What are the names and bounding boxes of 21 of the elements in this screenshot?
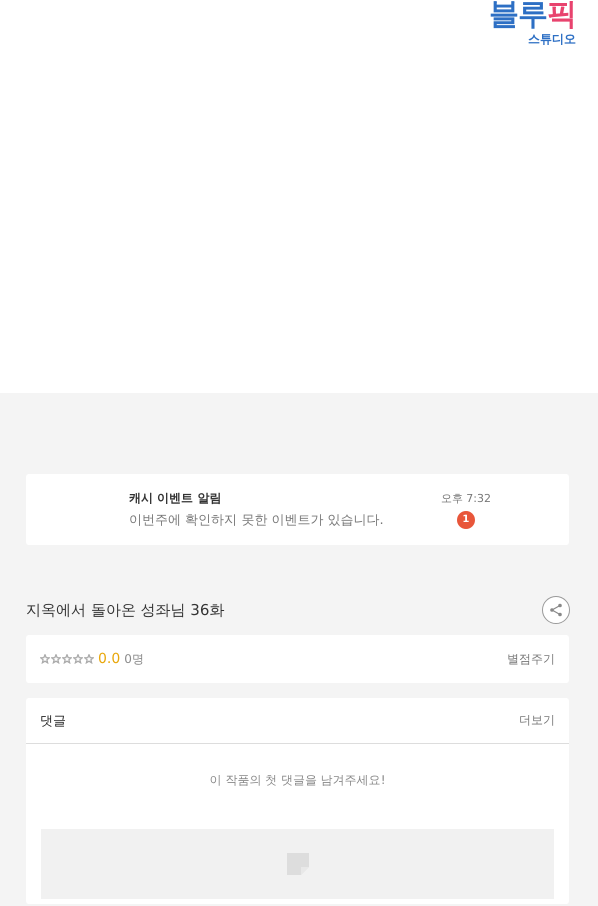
share-icon	[549, 603, 563, 617]
star-icon	[84, 654, 94, 664]
rating-score: 0.0	[98, 651, 120, 667]
star-icon	[40, 654, 50, 664]
unread-badge: 1	[456, 510, 475, 528]
empty-message: 이 작품의 첫 댓글을 남겨주세요!	[208, 772, 387, 789]
share-button[interactable]	[542, 596, 570, 624]
notice-card[interactable]: 캐시 이벤트 알림 이번주에 확인하지 못한 이벤트가 있습니다. 오후 7:32 1	[26, 474, 569, 545]
star-icon	[73, 654, 83, 664]
more-link[interactable]: 더보기	[519, 712, 555, 729]
rating-count: 0명	[124, 650, 144, 668]
star-icon	[51, 654, 61, 664]
star-icon	[62, 654, 72, 664]
episode-title: 지옥에서 돌아온 성좌님 36화	[26, 600, 224, 620]
notice-message: 이번주에 확인하지 못한 이벤트가 있습니다.	[129, 512, 384, 529]
logo: 블루픽 스튜디오	[489, 0, 576, 45]
notice-time: 오후 7:32	[440, 490, 491, 506]
rate-link[interactable]: 별점주기	[507, 650, 555, 668]
comment-input[interactable]	[41, 829, 554, 899]
comments-title: 댓글	[40, 712, 66, 730]
notice-title: 캐시 이벤트 알림	[129, 490, 222, 507]
